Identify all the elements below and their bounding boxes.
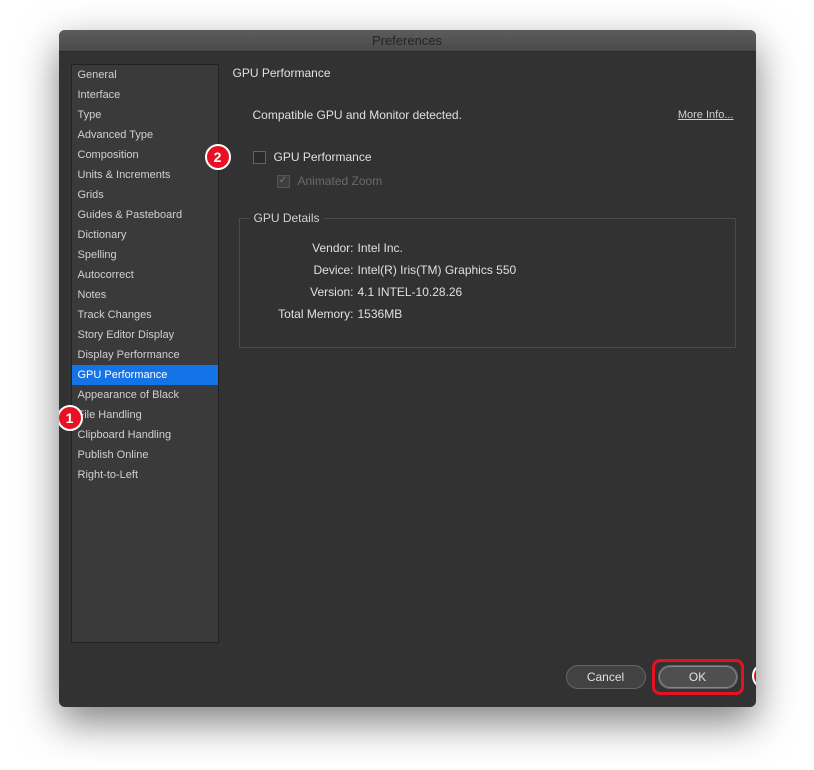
sidebar-item[interactable]: Advanced Type <box>72 125 218 145</box>
detection-row: Compatible GPU and Monitor detected. Mor… <box>233 108 744 122</box>
callout-badge-3: 3 <box>752 663 756 689</box>
sidebar-item[interactable]: File Handling <box>72 405 218 425</box>
sidebar-item[interactable]: Units & Increments <box>72 165 218 185</box>
sidebar-item[interactable]: Composition <box>72 145 218 165</box>
animated-zoom-label: Animated Zoom <box>298 174 383 188</box>
sidebar-item[interactable]: Grids <box>72 185 218 205</box>
sidebar-item[interactable]: General <box>72 65 218 85</box>
detail-row-device: Device: Intel(R) Iris(TM) Graphics 550 <box>254 263 721 277</box>
ok-highlight <box>652 659 744 695</box>
sidebar-item[interactable]: Right-to-Left <box>72 465 218 485</box>
window-content: GeneralInterfaceTypeAdvanced TypeComposi… <box>59 52 756 655</box>
sidebar-item[interactable]: Story Editor Display <box>72 325 218 345</box>
sidebar-item[interactable]: Dictionary <box>72 225 218 245</box>
preferences-window: Preferences GeneralInterfaceTypeAdvanced… <box>59 30 756 707</box>
animated-zoom-checkbox: ✓ <box>277 175 290 188</box>
cancel-button[interactable]: Cancel <box>566 665 646 689</box>
window-title: Preferences <box>372 33 442 48</box>
detail-row-memory: Total Memory: 1536MB <box>254 307 721 321</box>
sidebar-item[interactable]: Notes <box>72 285 218 305</box>
category-sidebar: GeneralInterfaceTypeAdvanced TypeComposi… <box>71 64 219 643</box>
sidebar-item[interactable]: Autocorrect <box>72 265 218 285</box>
check-icon: ✓ <box>279 176 287 186</box>
sidebar-item[interactable]: Clipboard Handling <box>72 425 218 445</box>
gpu-performance-checkbox-row[interactable]: 2 GPU Performance <box>233 150 744 164</box>
gpu-performance-checkbox[interactable] <box>253 151 266 164</box>
sidebar-item[interactable]: GPU Performance <box>72 365 218 385</box>
callout-badge-1: 1 <box>59 405 83 431</box>
sidebar-item[interactable]: Track Changes <box>72 305 218 325</box>
more-info-link[interactable]: More Info... <box>678 109 744 121</box>
callout-badge-2: 2 <box>205 144 231 170</box>
sidebar-item[interactable]: Publish Online <box>72 445 218 465</box>
sidebar-item[interactable]: Display Performance <box>72 345 218 365</box>
gpu-performance-label: GPU Performance <box>274 150 372 164</box>
gpu-details-title: GPU Details <box>250 211 324 225</box>
sidebar-item[interactable]: Appearance of Black <box>72 385 218 405</box>
dialog-footer: Cancel OK 3 <box>59 655 756 707</box>
main-panel: GPU Performance Compatible GPU and Monit… <box>233 64 744 643</box>
detail-row-vendor: Vendor: Intel Inc. <box>254 241 721 255</box>
sidebar-item[interactable]: Spelling <box>72 245 218 265</box>
panel-title: GPU Performance <box>233 66 744 80</box>
sidebar-item[interactable]: Guides & Pasteboard <box>72 205 218 225</box>
window-titlebar: Preferences <box>59 30 756 52</box>
sidebar-item[interactable]: Type <box>72 105 218 125</box>
detail-row-version: Version: 4.1 INTEL-10.28.26 <box>254 285 721 299</box>
animated-zoom-checkbox-row: ✓ Animated Zoom <box>233 174 744 188</box>
detection-text: Compatible GPU and Monitor detected. <box>253 108 462 122</box>
gpu-details-group: GPU Details Vendor: Intel Inc. Device: I… <box>239 218 736 348</box>
sidebar-item[interactable]: Interface <box>72 85 218 105</box>
